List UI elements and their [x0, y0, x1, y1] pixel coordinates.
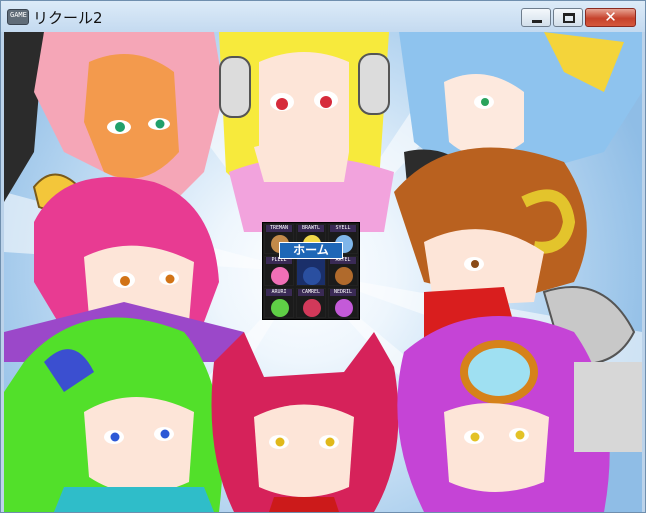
tile-portrait — [271, 267, 289, 285]
app-icon-text: GAME — [10, 11, 27, 19]
tile-label: TREMAN — [266, 225, 292, 232]
tile-label: BRAWTL — [298, 225, 324, 232]
tile-aruri[interactable]: ARURI — [264, 288, 294, 318]
tile-pleel[interactable]: PLEEL — [264, 256, 294, 286]
tile-nedril[interactable]: NEDRIL — [328, 288, 358, 318]
tile-label: CAMREL — [298, 289, 324, 296]
tile-label: NEDRIL — [330, 289, 356, 296]
tile-artel[interactable]: ARTEL — [328, 256, 358, 286]
game-canvas[interactable]: TREMAN BRAWTL SYELL PLEEL ARTEL ARURI CA… — [4, 32, 642, 512]
minimize-button[interactable] — [521, 8, 551, 27]
character-select-menu: TREMAN BRAWTL SYELL PLEEL ARTEL ARURI CA… — [262, 222, 360, 320]
character-bottom-center — [211, 332, 399, 512]
tile-label: ARURI — [266, 289, 292, 296]
maximize-icon — [554, 9, 582, 26]
tile-portrait — [303, 299, 321, 317]
close-icon: ✕ — [604, 8, 617, 26]
tile-portrait — [303, 267, 321, 285]
tile-portrait — [271, 299, 289, 317]
close-button[interactable]: ✕ — [585, 8, 636, 27]
tile-center[interactable] — [296, 256, 326, 286]
game-app-icon[interactable]: GAME — [7, 9, 29, 25]
character-top-center — [219, 32, 394, 232]
home-button[interactable]: ホーム — [279, 242, 343, 259]
tile-camrel[interactable]: CAMREL — [296, 288, 326, 318]
title-bar[interactable]: GAME リクール2 ✕ — [1, 1, 645, 32]
window-title: リクール2 — [33, 9, 103, 27]
tile-portrait — [335, 299, 353, 317]
tile-label: SYELL — [330, 225, 356, 232]
maximize-button[interactable] — [553, 8, 583, 27]
game-window: GAME リクール2 ✕ TREMAN BRAWTL SYELL PLEEL A… — [0, 0, 646, 513]
tile-portrait — [335, 267, 353, 285]
minimize-icon — [522, 9, 550, 26]
